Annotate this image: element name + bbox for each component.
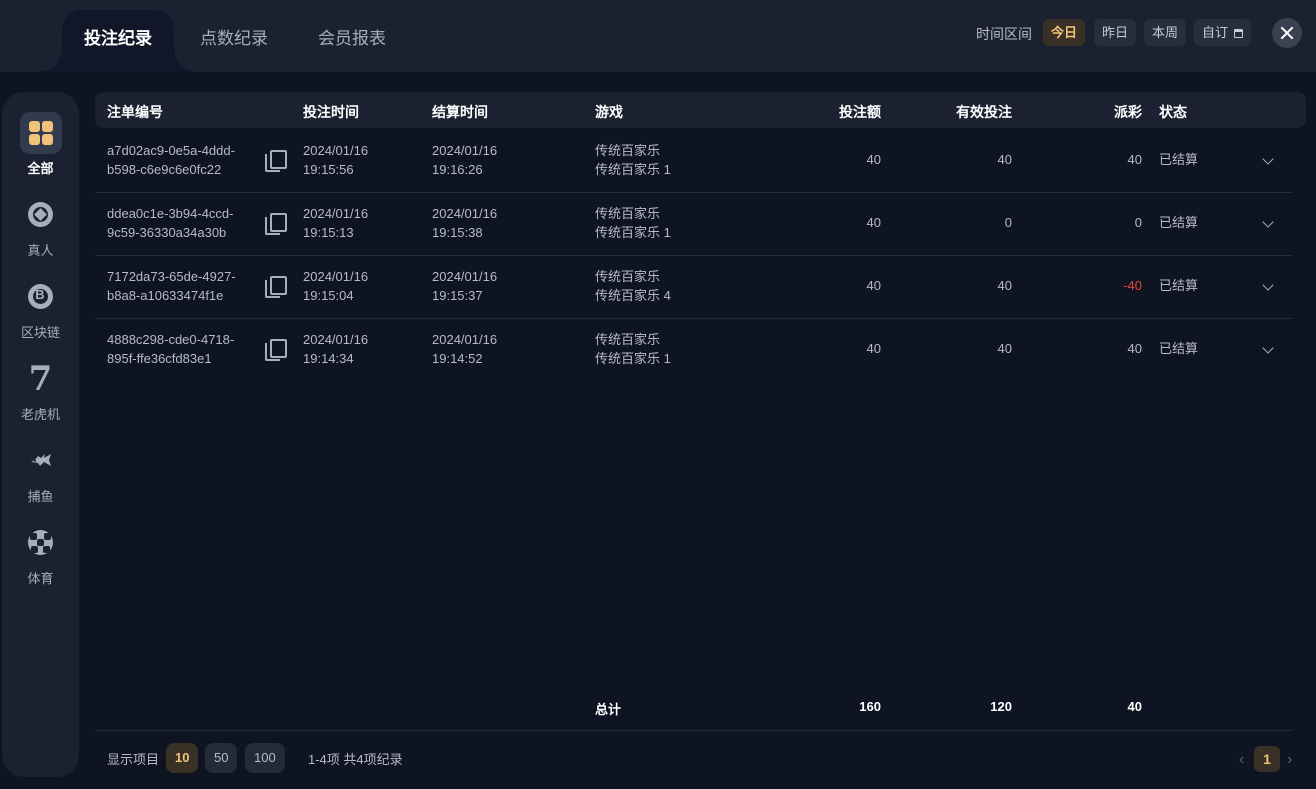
header-bet-id: 注单编号: [107, 104, 163, 120]
header-settle-time: 结算时间: [432, 104, 488, 120]
range-this-week-button[interactable]: 本周: [1144, 19, 1187, 46]
settle-time: 2024/01/16 19:15:38: [432, 206, 498, 240]
status: 已结算: [1159, 278, 1199, 293]
payout: 40: [1127, 152, 1142, 167]
next-page-icon[interactable]: ›: [1287, 751, 1292, 769]
status: 已结算: [1159, 215, 1199, 230]
calendar-icon: [1234, 29, 1244, 38]
bet-id: 4888c298-cde0-4718- 895f-ffe36cfd83e1: [107, 332, 235, 366]
table-header: 注单编号 投注时间 结算时间 游戏 投注额 有效投注 派彩 状态: [95, 92, 1306, 128]
copy-icon[interactable]: [265, 150, 287, 172]
header-status: 状态: [1159, 104, 1187, 120]
grid-icon: [19, 112, 62, 154]
sidebar-item-all[interactable]: 全部: [2, 112, 79, 177]
sidebar-item-sports[interactable]: 体育: [2, 522, 79, 587]
slot-seven-icon: 7: [28, 359, 53, 399]
close-button[interactable]: [1272, 18, 1302, 48]
valid-bet: 40: [997, 152, 1012, 167]
table-row: a7d02ac9-0e5a-4ddd-b598-c6e9c6e0fc22 202…: [95, 130, 1293, 193]
tab-points-records[interactable]: 点数纪录: [200, 0, 268, 72]
table-row: 4888c298-cde0-4718- 895f-ffe36cfd83e1 202…: [95, 319, 1293, 382]
header-bet-amount: 投注额: [839, 104, 881, 120]
payout: -40: [1123, 278, 1142, 293]
bet-id: ddea0c1e-3b94-4ccd- 9c59-36330a34a30b: [107, 206, 234, 240]
bet-time: 2024/01/16 19:15:04: [303, 269, 369, 303]
range-yesterday-button[interactable]: 昨日: [1094, 19, 1137, 46]
copy-icon[interactable]: [265, 339, 287, 361]
copy-icon[interactable]: [265, 213, 287, 235]
range-custom-button[interactable]: 自订: [1194, 19, 1252, 46]
total-valid-bet: 120: [990, 699, 1012, 714]
settle-time: 2024/01/16 19:16:26: [432, 143, 498, 177]
bet-amount: 40: [866, 152, 881, 167]
page-number-button[interactable]: 1: [1254, 746, 1280, 772]
header-valid-bet: 有效投注: [956, 104, 1012, 120]
sidebar-item-blockchain[interactable]: B 区块链: [2, 276, 79, 341]
settle-time: 2024/01/16 19:15:37: [432, 269, 498, 303]
fish-icon: [20, 440, 62, 482]
header-bet-time: 投注时间: [303, 104, 359, 120]
total-label: 总计: [595, 702, 622, 717]
bitcoin-icon: B: [20, 276, 62, 318]
bet-amount: 40: [866, 341, 881, 356]
page-size-50-button[interactable]: 50: [205, 743, 238, 773]
bet-time: 2024/01/16 19:15:13: [303, 206, 369, 240]
settle-time: 2024/01/16 19:14:52: [432, 332, 498, 366]
bet-id: 7172da73-65de-4927- b8a8-a10633474f1e: [107, 269, 236, 303]
game-name: 传统百家乐 传统百家乐 4: [595, 269, 671, 303]
expand-chevron-icon[interactable]: [1262, 153, 1274, 165]
tab-bet-records[interactable]: 投注纪录: [62, 0, 174, 72]
page-size-label: 显示项目: [107, 752, 160, 767]
casino-chip-icon: [20, 194, 62, 236]
expand-chevron-icon[interactable]: [1262, 216, 1274, 228]
table-row: ddea0c1e-3b94-4ccd- 9c59-36330a34a30b 202…: [95, 193, 1293, 256]
sidebar-item-label: 体育: [27, 571, 54, 586]
page-size-100-button[interactable]: 100: [245, 743, 285, 773]
bet-time: 2024/01/16 19:15:56: [303, 143, 369, 177]
valid-bet: 40: [997, 278, 1012, 293]
bet-amount: 40: [866, 215, 881, 230]
sidebar-item-live[interactable]: 真人: [2, 194, 79, 259]
valid-bet: 40: [997, 341, 1012, 356]
soccer-ball-icon: [20, 522, 62, 564]
expand-chevron-icon[interactable]: [1262, 279, 1274, 291]
game-name: 传统百家乐 传统百家乐 1: [595, 332, 671, 366]
sidebar-item-slots[interactable]: 7 老虎机: [2, 358, 79, 423]
status: 已结算: [1159, 152, 1199, 167]
bet-amount: 40: [866, 278, 881, 293]
sidebar-item-label: 捕鱼: [27, 489, 54, 504]
payout: 40: [1127, 341, 1142, 356]
top-header: 投注纪录 点数纪录 会员报表 时间区间 今日 昨日 本周 自订: [0, 0, 1316, 72]
table-row: 7172da73-65de-4927- b8a8-a10633474f1e 202…: [95, 256, 1293, 319]
records-summary: 1-4项 共4项纪录: [308, 752, 403, 767]
sidebar-item-fishing[interactable]: 捕鱼: [2, 440, 79, 505]
time-range-label: 时间区间: [976, 26, 1032, 42]
game-name: 传统百家乐 传统百家乐 1: [595, 206, 671, 240]
bet-time: 2024/01/16 19:14:34: [303, 332, 369, 366]
page-size-10-button[interactable]: 10: [166, 743, 199, 773]
footer-divider: [95, 730, 1293, 731]
game-name: 传统百家乐 传统百家乐 1: [595, 143, 671, 177]
bet-id: a7d02ac9-0e5a-4ddd-b598-c6e9c6e0fc22: [107, 143, 235, 177]
prev-page-icon[interactable]: ‹: [1239, 751, 1244, 769]
expand-chevron-icon[interactable]: [1262, 342, 1274, 354]
sidebar-item-label: 真人: [27, 243, 54, 258]
sidebar-item-label: 区块链: [20, 325, 60, 340]
range-today-button[interactable]: 今日: [1043, 19, 1086, 46]
payout: 0: [1134, 215, 1142, 230]
valid-bet: 0: [1004, 215, 1012, 230]
total-payout: 40: [1127, 699, 1142, 714]
copy-icon[interactable]: [265, 276, 287, 298]
header-payout: 派彩: [1114, 104, 1142, 120]
tab-member-report[interactable]: 会员报表: [318, 0, 386, 72]
sidebar-item-label: 老虎机: [20, 407, 60, 422]
sidebar-item-label: 全部: [27, 161, 54, 176]
category-sidebar: 全部 真人 B 区块链 7 老虎机 捕鱼 体育: [2, 92, 79, 777]
status: 已结算: [1159, 341, 1199, 356]
header-game: 游戏: [595, 104, 623, 120]
range-custom-label: 自订: [1202, 25, 1229, 40]
total-bet-amount: 160: [859, 699, 881, 714]
